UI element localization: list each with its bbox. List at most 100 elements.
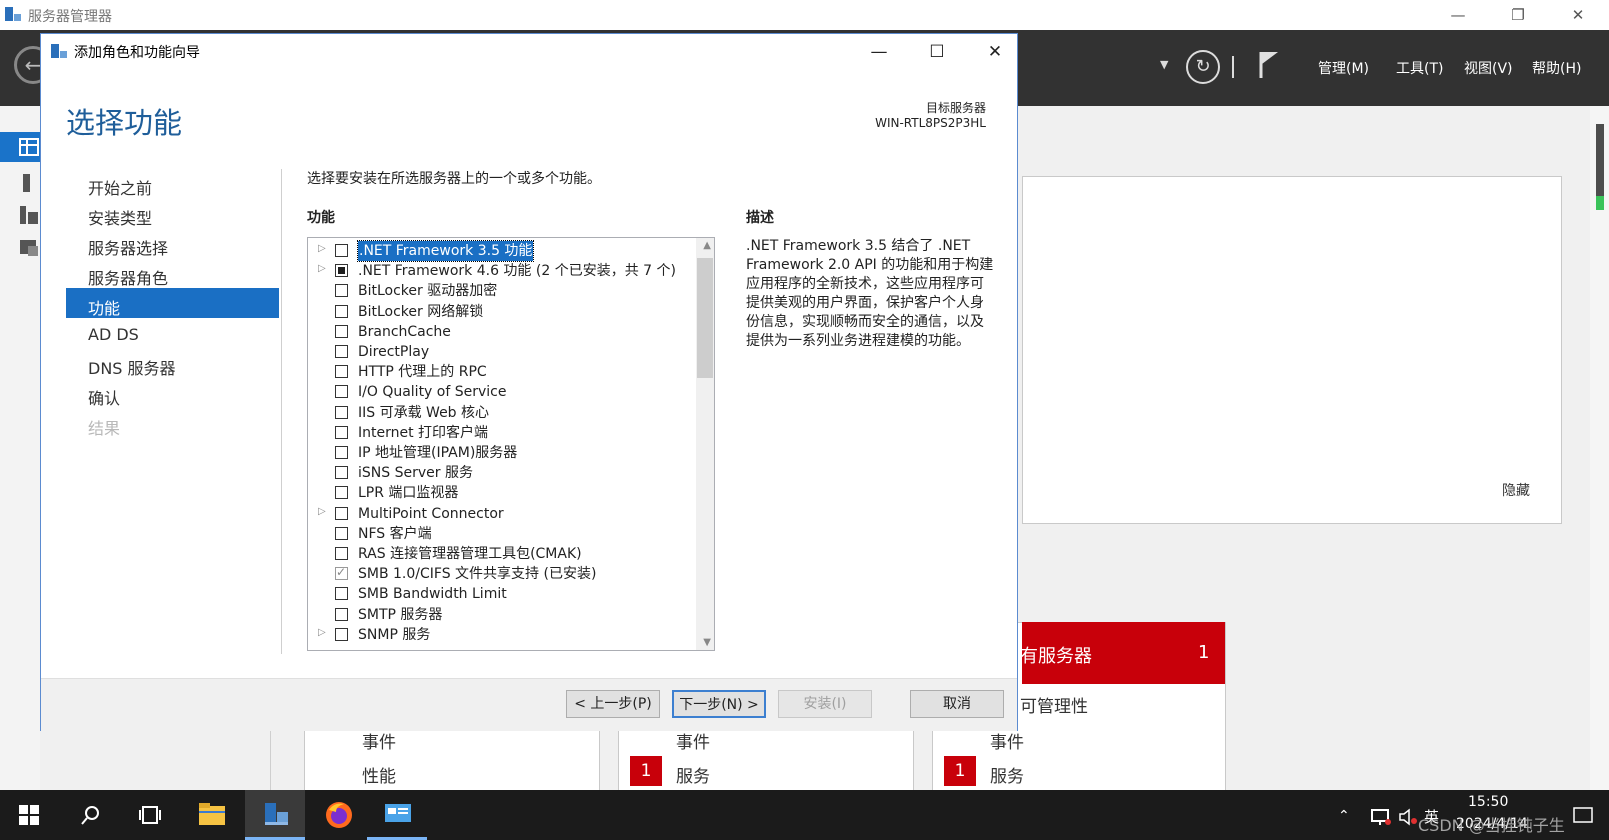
feature-label[interactable]: I/O Quality of Service — [358, 382, 506, 402]
feature-label[interactable]: BranchCache — [358, 322, 451, 342]
menu-help[interactable]: 帮助(H) — [1532, 58, 1581, 78]
feature-row[interactable]: LPR 端口监视器 — [308, 483, 694, 503]
hide-link[interactable]: 隐藏 — [1502, 480, 1530, 500]
volume-icon[interactable] — [1398, 808, 1418, 826]
feature-row[interactable]: DirectPlay — [308, 342, 694, 362]
feature-label[interactable]: SMB Bandwidth Limit — [358, 584, 507, 604]
performance-label[interactable]: 性能 — [362, 762, 396, 787]
feature-row[interactable]: ▷ SNMP 服务 — [308, 625, 694, 645]
feature-checkbox[interactable] — [335, 607, 348, 621]
feature-checkbox[interactable] — [335, 446, 348, 459]
feature-row[interactable]: BitLocker 网络解锁 — [308, 302, 694, 322]
wizard-close-button[interactable]: ✕ — [972, 38, 1018, 66]
feature-label[interactable]: .NET Framework 3.5 功能 — [356, 240, 535, 262]
feature-row[interactable]: SMB 1.0/CIFS 文件共享支持 (已安装) — [308, 564, 694, 584]
previous-button[interactable]: < 上一步(P) — [566, 690, 660, 718]
all-servers-icon[interactable] — [18, 204, 40, 226]
events-label[interactable]: 事件 — [990, 728, 1024, 753]
expand-arrow-icon[interactable]: ▷ — [318, 243, 326, 254]
manageability-label[interactable]: 可管理性 — [1020, 692, 1088, 717]
features-scrollbar[interactable]: ▲ ▼ — [696, 238, 714, 650]
notification-center-icon[interactable] — [1572, 806, 1594, 826]
step-features[interactable]: 功能 — [88, 295, 120, 319]
wizard-minimize-button[interactable]: — — [856, 38, 902, 66]
feature-checkbox[interactable] — [335, 547, 348, 560]
feature-label[interactable]: HTTP 代理上的 RPC — [358, 362, 487, 382]
network-icon[interactable] — [1370, 808, 1392, 826]
services-label[interactable]: 服务 — [676, 762, 710, 787]
feature-label[interactable]: LPR 端口监视器 — [358, 483, 458, 503]
feature-checkbox[interactable] — [335, 466, 348, 480]
feature-row[interactable]: IIS 可承载 Web 核心 — [308, 403, 694, 423]
feature-label[interactable]: MultiPoint Connector — [358, 504, 504, 524]
feature-row[interactable]: RAS 连接管理器管理工具包(CMAK) — [308, 544, 694, 564]
feature-checkbox[interactable] — [335, 506, 348, 520]
feature-row[interactable]: iSNS Server 服务 — [308, 463, 694, 483]
events-label[interactable]: 事件 — [676, 728, 710, 753]
expand-arrow-icon[interactable]: ▷ — [318, 263, 326, 274]
wizard-maximize-button[interactable]: ☐ — [914, 38, 960, 66]
expand-arrow-icon[interactable]: ▷ — [318, 627, 326, 638]
clock-time[interactable]: 15:50 — [1468, 794, 1508, 810]
feature-row[interactable]: BitLocker 驱动器加密 — [308, 281, 694, 301]
step-installation-type[interactable]: 安装类型 — [88, 205, 152, 229]
feature-row[interactable]: BranchCache — [308, 322, 694, 342]
feature-checkbox[interactable] — [335, 365, 348, 379]
step-dns-server[interactable]: DNS 服务器 — [88, 355, 176, 379]
feature-row[interactable]: SMTP 服务器 — [308, 605, 694, 625]
feature-row[interactable]: ▷ .NET Framework 3.5 功能 — [308, 240, 694, 262]
feature-label[interactable]: SMB 1.0/CIFS 文件共享支持 (已安装) — [358, 564, 596, 584]
feature-label[interactable]: IIS 可承载 Web 核心 — [358, 403, 489, 423]
minimize-button[interactable]: — — [1438, 3, 1478, 27]
feature-checkbox[interactable] — [335, 385, 348, 399]
feature-label[interactable]: IP 地址管理(IPAM)服务器 — [358, 443, 517, 463]
cancel-button[interactable]: 取消 — [910, 690, 1004, 718]
scroll-down-icon[interactable]: ▼ — [703, 637, 711, 648]
feature-checkbox[interactable] — [335, 244, 348, 257]
step-ad-ds[interactable]: AD DS — [88, 325, 139, 344]
search-icon[interactable] — [80, 804, 102, 826]
feature-label[interactable]: iSNS Server 服务 — [358, 463, 473, 483]
feature-checkbox[interactable] — [335, 264, 348, 278]
chevron-down-icon[interactable]: ▼ — [1160, 58, 1168, 71]
feature-label[interactable]: NFS 客户端 — [358, 524, 432, 544]
feature-checkbox[interactable] — [335, 304, 348, 318]
feature-checkbox[interactable] — [335, 324, 348, 338]
features-tree-list[interactable]: ▷ .NET Framework 3.5 功能 ▷ .NET Framework 4.… — [307, 237, 715, 651]
feature-row[interactable]: HTTP 代理上的 RPC — [308, 362, 694, 382]
feature-checkbox[interactable] — [335, 405, 348, 419]
menu-manage[interactable]: 管理(M) — [1318, 58, 1369, 78]
notification-flag-icon[interactable] — [1258, 50, 1280, 80]
restore-button[interactable]: ❐ — [1498, 3, 1538, 27]
expand-arrow-icon[interactable]: ▷ — [318, 506, 326, 517]
step-before-you-begin[interactable]: 开始之前 — [88, 175, 152, 199]
feature-checkbox[interactable] — [335, 284, 348, 298]
feature-row[interactable]: NFS 客户端 — [308, 524, 694, 544]
feature-row[interactable]: I/O Quality of Service — [308, 382, 694, 402]
feature-row[interactable]: SMB Bandwidth Limit — [308, 584, 694, 604]
file-explorer-icon[interactable] — [198, 802, 226, 826]
feature-row[interactable]: ▷ MultiPoint Connector — [308, 504, 694, 524]
feature-checkbox[interactable] — [335, 486, 348, 500]
scroll-up-icon[interactable]: ▲ — [703, 240, 711, 251]
feature-checkbox[interactable] — [335, 587, 348, 601]
feature-label[interactable]: RAS 连接管理器管理工具包(CMAK) — [358, 544, 582, 564]
feature-row[interactable]: IP 地址管理(IPAM)服务器 — [308, 443, 694, 463]
feature-checkbox[interactable] — [335, 345, 348, 358]
step-server-roles[interactable]: 服务器角色 — [88, 265, 168, 289]
step-server-selection[interactable]: 服务器选择 — [88, 235, 168, 259]
feature-label[interactable]: Internet 打印客户端 — [358, 423, 488, 443]
refresh-icon[interactable]: ↻ — [1186, 50, 1220, 84]
next-button[interactable]: 下一步(N) > — [672, 690, 766, 718]
task-view-icon[interactable] — [138, 804, 162, 826]
windows-start-icon[interactable] — [18, 804, 40, 826]
file-services-icon[interactable] — [18, 236, 40, 258]
feature-label[interactable]: .NET Framework 4.6 功能 (2 个已安装，共 7 个) — [358, 261, 676, 281]
feature-label[interactable]: BitLocker 网络解锁 — [358, 302, 483, 322]
firefox-icon[interactable] — [324, 800, 354, 830]
features-scrollbar-thumb[interactable] — [697, 258, 713, 378]
local-server-icon[interactable] — [18, 172, 40, 194]
feature-row[interactable]: Internet 打印客户端 — [308, 423, 694, 443]
menu-view[interactable]: 视图(V) — [1464, 58, 1513, 78]
events-label[interactable]: 事件 — [362, 728, 396, 753]
